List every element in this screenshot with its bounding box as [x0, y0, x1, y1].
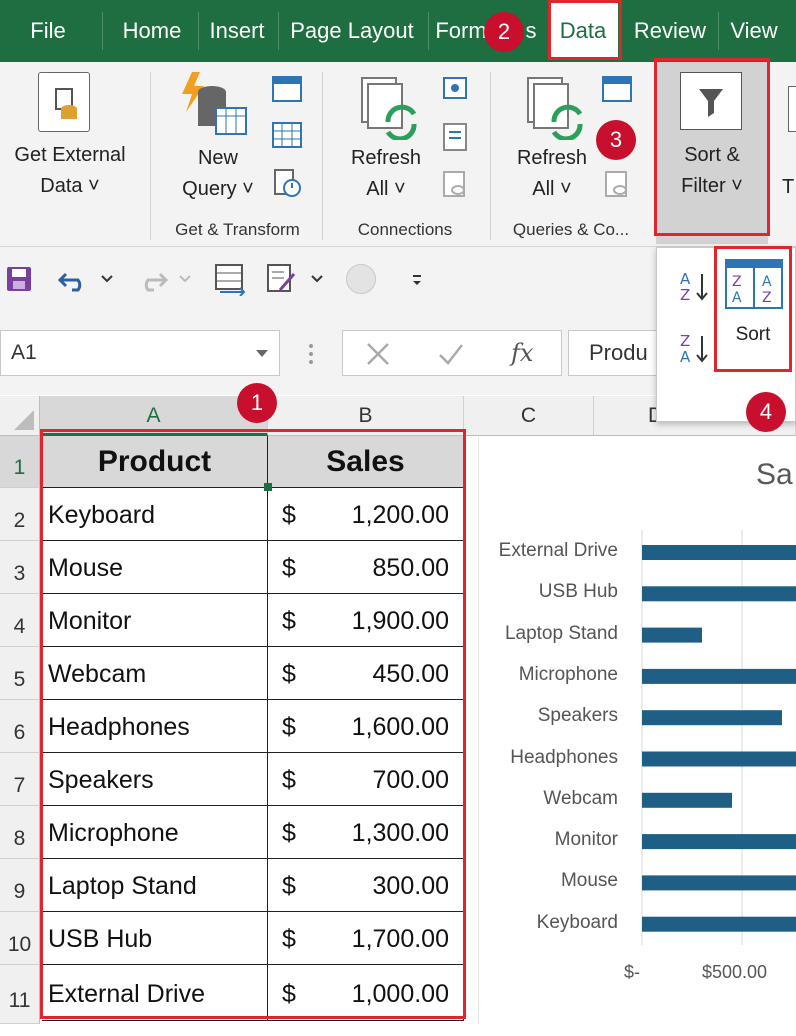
chart-category-label: Speakers: [537, 705, 618, 727]
sort-z-to-a-icon[interactable]: ZA: [678, 330, 712, 366]
callout-badge-4: 4: [746, 392, 786, 432]
svg-text:Z: Z: [680, 286, 690, 304]
chart-bar[interactable]: [642, 875, 796, 891]
chart-bar[interactable]: [642, 545, 796, 560]
chart-category-label: USB Hub: [538, 581, 618, 603]
chart-bar[interactable]: [642, 834, 796, 850]
svg-text:A: A: [680, 348, 691, 366]
x-tick-label: $-: [624, 962, 641, 982]
chart-bar[interactable]: [642, 710, 782, 726]
chart-category-label: Microphone: [518, 663, 618, 685]
chart-bar[interactable]: [642, 792, 732, 808]
x-tick-label: $500.00: [702, 962, 768, 982]
chart-category-label: Keyboard: [536, 911, 618, 933]
sort-a-to-z-icon[interactable]: AZ: [678, 268, 712, 304]
chart-category-label: Mouse: [560, 870, 618, 892]
chart-bar[interactable]: [642, 668, 796, 684]
chart-bar[interactable]: [642, 586, 796, 602]
chart-category-label: Webcam: [543, 787, 618, 809]
chart-bar[interactable]: [642, 751, 796, 767]
highlight-sort-button: [714, 246, 792, 372]
chart-plot: [641, 530, 796, 945]
chart-category-label: Laptop Stand: [504, 622, 618, 644]
chart-category-label: Headphones: [510, 746, 618, 768]
chart-bar[interactable]: [642, 916, 796, 932]
chart-category-label: External Drive: [498, 540, 618, 561]
chart-bar[interactable]: [642, 627, 702, 643]
chart-category-label: Monitor: [554, 829, 618, 851]
